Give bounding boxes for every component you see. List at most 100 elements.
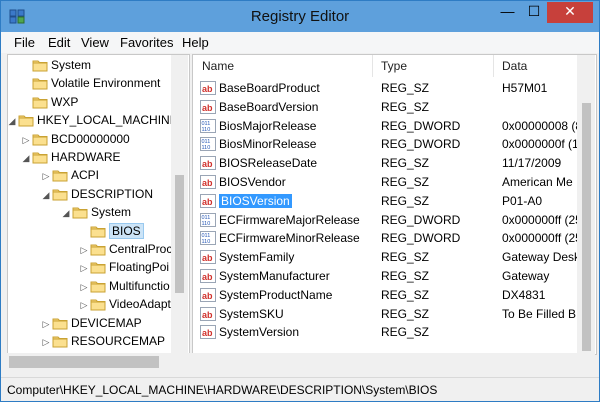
- value-type: REG_SZ: [381, 193, 430, 208]
- tree-scrollbar[interactable]: [171, 55, 188, 353]
- expand-arrow-icon[interactable]: ▷: [20, 131, 32, 150]
- folder-icon: [52, 169, 68, 182]
- value-list[interactable]: Name Type Data ab BaseBoardProduct REG_SZ H…: [192, 54, 597, 355]
- expand-arrow-icon[interactable]: ▷: [40, 167, 52, 186]
- value-name: ECFirmwareMajorRelease: [219, 212, 360, 227]
- tree-node[interactable]: ▷ RESOURCEMAP: [40, 332, 165, 351]
- tree-node[interactable]: ▷ VideoAdapt: [78, 295, 171, 314]
- value-data: 0x00000008 (8: [502, 118, 577, 133]
- tree-node[interactable]: ◢ System: [60, 203, 131, 222]
- folder-icon: [32, 59, 48, 72]
- value-row[interactable]: ab SystemVersion REG_SZ: [193, 323, 577, 342]
- column-divider[interactable]: [372, 55, 373, 77]
- value-row[interactable]: ab BIOSReleaseDate REG_SZ 11/17/2009: [193, 154, 577, 173]
- folder-icon: [18, 114, 34, 127]
- svg-text:ab: ab: [202, 253, 213, 263]
- tree-node-label: CentralProc: [109, 242, 173, 256]
- tree-node[interactable]: ▷ DEVICEMAP: [40, 314, 142, 333]
- value-name: SystemFamily: [219, 250, 295, 265]
- binary-value-icon: 011 110: [200, 231, 216, 246]
- value-data: 0x000000ff (25: [502, 231, 577, 246]
- scrollbar-thumb[interactable]: [582, 103, 591, 351]
- collapse-arrow-icon[interactable]: ◢: [8, 112, 18, 131]
- tree-node[interactable]: ▷ ACPI: [40, 166, 99, 185]
- tree-node-label: HARDWARE: [51, 150, 121, 164]
- svg-text:110: 110: [202, 221, 211, 227]
- value-row[interactable]: ab BaseBoardProduct REG_SZ H57M01: [193, 79, 577, 98]
- value-type: REG_SZ: [381, 306, 430, 321]
- svg-text:110: 110: [202, 127, 211, 133]
- value-row[interactable]: ab SystemFamily REG_SZ Gateway Desk: [193, 248, 577, 267]
- string-value-icon: ab: [200, 99, 216, 114]
- close-button[interactable]: ✕: [547, 2, 593, 23]
- value-list-scrollbar[interactable]: [577, 55, 595, 353]
- key-tree[interactable]: System Volatile Environment WXP ◢ HKEY_LOCAL…: [7, 54, 190, 355]
- svg-text:ab: ab: [202, 272, 213, 282]
- maximize-button[interactable]: ☐: [521, 2, 547, 23]
- value-row[interactable]: ab SystemProductName REG_SZ DX4831: [193, 286, 577, 305]
- value-data: Gateway: [502, 269, 550, 283]
- collapse-arrow-icon[interactable]: ◢: [40, 186, 52, 205]
- tree-node[interactable]: ◢ DESCRIPTION: [40, 185, 153, 204]
- folder-icon: [52, 317, 68, 330]
- tree-node[interactable]: Volatile Environment: [20, 74, 160, 93]
- tree-node[interactable]: WXP: [20, 93, 78, 112]
- minimize-button[interactable]: —: [494, 2, 521, 23]
- collapse-arrow-icon[interactable]: ◢: [20, 149, 32, 168]
- tree-node[interactable]: ◢ HARDWARE: [20, 148, 121, 167]
- value-type: REG_SZ: [381, 99, 430, 114]
- scrollbar-thumb[interactable]: [175, 175, 184, 293]
- column-header-type[interactable]: Type: [381, 55, 407, 77]
- expand-arrow-icon[interactable]: ▷: [40, 315, 52, 334]
- column-header-name[interactable]: Name: [202, 55, 234, 77]
- value-row[interactable]: ab SystemSKU REG_SZ To Be Filled B: [193, 305, 577, 324]
- menu-file[interactable]: File: [14, 35, 35, 50]
- tree-node[interactable]: ▷ CentralProc: [78, 240, 173, 260]
- value-row[interactable]: ab BIOSVersion REG_SZ P01-A0: [193, 192, 577, 211]
- value-row[interactable]: 011 110 ECFirmwareMajorRelease REG_DWORD 0x0…: [193, 211, 577, 230]
- value-row[interactable]: ab BIOSVendor REG_SZ American Me: [193, 173, 577, 192]
- tree-node[interactable]: System: [20, 56, 91, 75]
- tree-node[interactable]: ▷ FloatingPoi: [78, 258, 170, 278]
- column-divider[interactable]: [493, 55, 494, 77]
- menu-edit[interactable]: Edit: [48, 35, 70, 50]
- tree-node-label: WXP: [51, 94, 79, 109]
- expand-arrow-icon[interactable]: ▷: [78, 259, 90, 278]
- string-value-icon: ab: [200, 306, 216, 321]
- folder-icon: [90, 243, 106, 256]
- tree-node[interactable]: ▷ Multifunctio: [78, 277, 170, 296]
- svg-text:ab: ab: [202, 103, 213, 113]
- column-header-data[interactable]: Data: [502, 55, 527, 77]
- value-type: REG_DWORD: [381, 212, 461, 227]
- tree-node[interactable]: BIOS: [78, 222, 144, 241]
- value-row[interactable]: 011 110 BiosMajorRelease REG_DWORD 0x0000000…: [193, 117, 577, 136]
- collapse-arrow-icon[interactable]: ◢: [60, 204, 72, 223]
- value-type: REG_SZ: [381, 325, 430, 340]
- expand-arrow-icon[interactable]: ▷: [78, 296, 90, 315]
- value-type: REG_DWORD: [381, 118, 461, 133]
- expand-arrow-icon[interactable]: ▷: [78, 278, 90, 297]
- menu-help[interactable]: Help: [182, 35, 209, 50]
- value-row[interactable]: ab SystemManufacturer REG_SZ Gateway: [193, 267, 577, 286]
- svg-text:ab: ab: [202, 328, 213, 338]
- tree-node[interactable]: ◢ HKEY_LOCAL_MACHINE: [8, 111, 178, 131]
- folder-icon: [52, 335, 68, 348]
- menu-view[interactable]: View: [81, 35, 109, 50]
- value-row[interactable]: 011 110 ECFirmwareMinorRelease REG_DWORD 0x0…: [193, 229, 577, 248]
- expand-arrow-icon[interactable]: ▷: [40, 333, 52, 352]
- tree-node[interactable]: ▷ BCD00000000: [20, 130, 130, 149]
- horizontal-scrollbar[interactable]: [7, 353, 595, 371]
- value-name: ECFirmwareMinorRelease: [219, 231, 360, 246]
- value-row[interactable]: ab BaseBoardVersion REG_SZ: [193, 98, 577, 117]
- folder-icon: [32, 133, 48, 146]
- menu-favorites[interactable]: Favorites: [120, 35, 173, 50]
- value-name: SystemSKU: [219, 306, 284, 321]
- tree-node-label: VideoAdapt: [109, 297, 171, 312]
- value-data: 0x000000ff (25: [502, 212, 577, 227]
- value-row[interactable]: 011 110 BiosMinorRelease REG_DWORD 0x0000000…: [193, 135, 577, 154]
- scrollbar-thumb[interactable]: [9, 356, 159, 368]
- tree-node-label: System: [91, 205, 132, 220]
- expand-arrow-icon[interactable]: ▷: [78, 241, 90, 260]
- value-name: BaseBoardProduct: [219, 81, 320, 95]
- title-bar[interactable]: Registry Editor — ☐ ✕: [1, 1, 599, 32]
